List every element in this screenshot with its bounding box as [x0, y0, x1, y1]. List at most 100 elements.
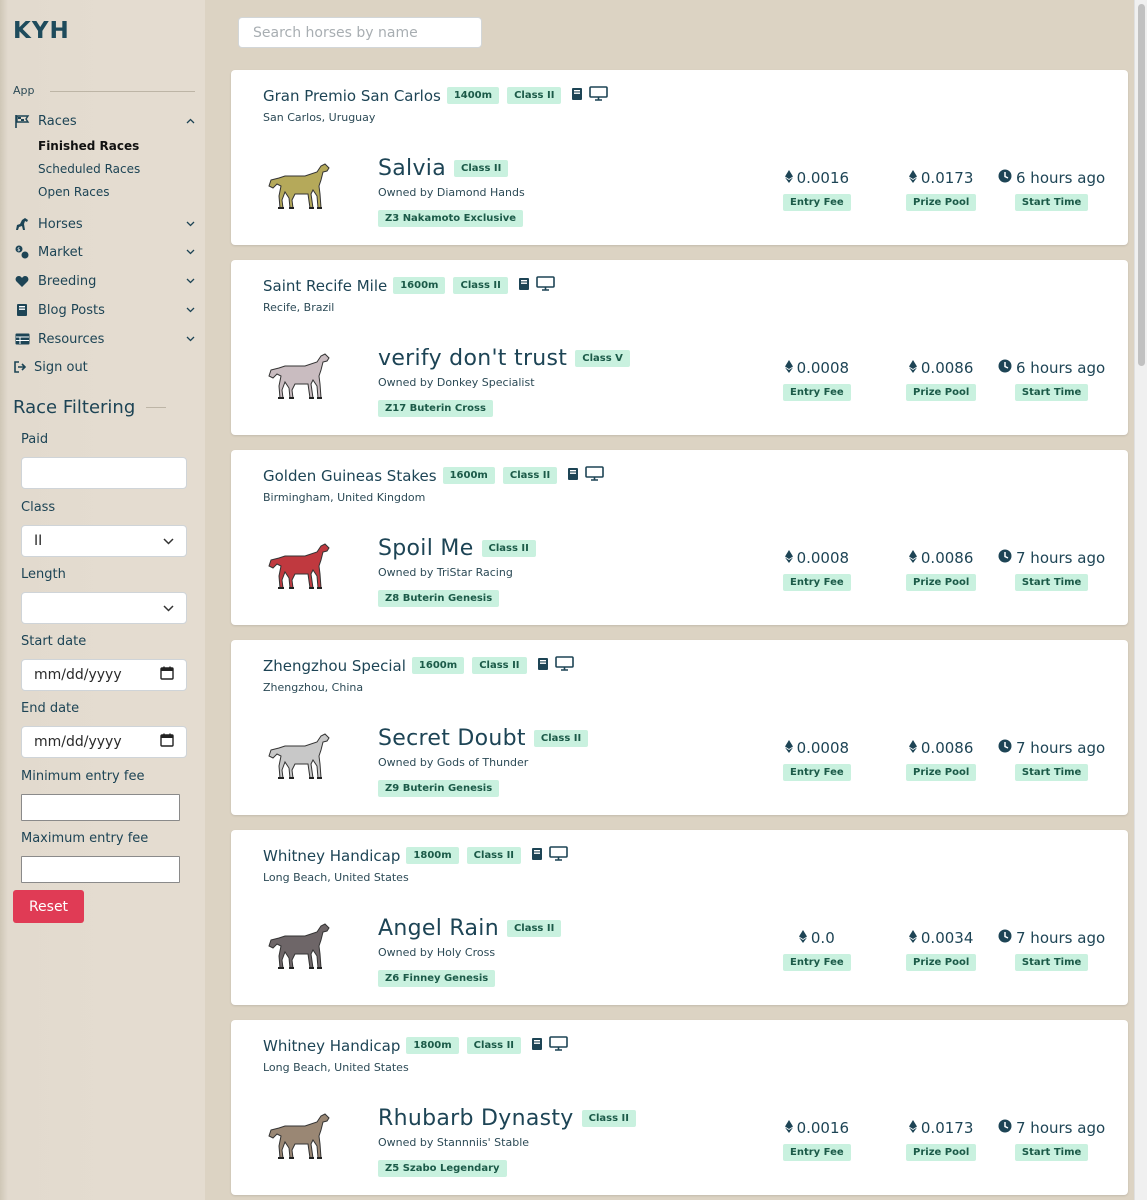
race-name[interactable]: Saint Recife Mile — [263, 277, 387, 295]
race-card[interactable]: Whitney Handicap 1800m Class II Long Bea… — [231, 1020, 1128, 1195]
book-icon[interactable] — [537, 656, 549, 675]
monitor-icon[interactable] — [554, 656, 574, 675]
length-label: Length — [21, 567, 66, 582]
calendar-icon[interactable] — [160, 666, 174, 684]
sidebar-item-breeding[interactable]: Breeding — [13, 271, 195, 291]
race-location: San Carlos, Uruguay — [263, 111, 376, 124]
race-header: Whitney Handicap 1800m Class II — [263, 1036, 568, 1055]
book-icon[interactable] — [531, 846, 543, 865]
race-header: Whitney Handicap 1800m Class II — [263, 846, 568, 865]
filter-title: Race Filtering — [13, 397, 136, 418]
race-name[interactable]: Gran Premio San Carlos — [263, 87, 441, 105]
entry-fee-value: 0.0016 — [796, 169, 850, 187]
book-icon[interactable] — [531, 1036, 543, 1055]
sidebar-subitem-open-races[interactable]: Open Races — [38, 185, 110, 199]
monitor-icon[interactable] — [585, 466, 605, 485]
race-length-badge: 1400m — [446, 87, 500, 104]
start-time-label: Start Time — [1014, 194, 1089, 211]
monitor-icon[interactable] — [589, 86, 609, 105]
sidebar-item-races[interactable]: Races — [13, 111, 195, 131]
scrollbar[interactable] — [1134, 0, 1147, 1200]
race-card[interactable]: Saint Recife Mile 1600m Class II Recife,… — [231, 260, 1128, 435]
race-length-badge: 1600m — [393, 277, 446, 294]
start-date-placeholder: mm/dd/yyyy — [34, 667, 122, 683]
class-select[interactable]: II — [21, 525, 187, 557]
race-header: Gran Premio San Carlos 1400m Class II — [263, 86, 609, 105]
length-select[interactable] — [21, 592, 187, 624]
horse-name[interactable]: Rhubarb Dynasty — [378, 1106, 574, 1131]
sidebar-item-market[interactable]: $ Market — [13, 242, 195, 262]
start-time-value: 6 hours ago — [1016, 359, 1106, 377]
horse-breed-badge: Z9 Buterin Genesis — [378, 780, 500, 797]
race-length-badge: 1600m — [411, 657, 465, 674]
min-entry-fee-input[interactable] — [21, 794, 180, 821]
monitor-icon[interactable] — [536, 276, 555, 295]
eth-icon — [798, 929, 807, 947]
entry-fee-stat: 0.0008 Entry Fee — [783, 739, 851, 781]
entry-fee-label: Entry Fee — [783, 194, 851, 211]
start-date-input[interactable]: mm/dd/yyyy — [21, 659, 187, 691]
race-name[interactable]: Zhengzhou Special — [263, 657, 406, 675]
horse-owner: Owned by Holy Cross — [378, 946, 496, 959]
book-icon[interactable] — [571, 86, 583, 105]
search-input[interactable]: Search horses by name — [238, 17, 482, 48]
chevron-up-icon — [185, 116, 195, 126]
monitor-icon[interactable] — [549, 846, 568, 865]
horse-image[interactable] — [265, 538, 333, 596]
eth-icon — [908, 549, 917, 567]
start-time-stat: 7 hours ago Start Time — [998, 929, 1105, 971]
horse-info: Secret Doubt Class II Owned by Gods of T… — [378, 726, 596, 797]
sidebar-item-resources[interactable]: Resources — [13, 329, 195, 349]
prize-pool-stat: 0.0086 Prize Pool — [906, 739, 977, 781]
horse-name[interactable]: Angel Rain — [378, 916, 499, 941]
start-time-stat: 6 hours ago Start Time — [998, 359, 1105, 401]
horse-class-badge: Class II — [453, 160, 509, 177]
horse-name[interactable]: Spoil Me — [378, 536, 474, 561]
horse-name[interactable]: Salvia — [378, 156, 446, 181]
paid-select[interactable] — [21, 457, 187, 489]
horse-image[interactable] — [265, 158, 333, 216]
calendar-icon[interactable] — [160, 733, 174, 751]
max-entry-fee-label: Maximum entry fee — [21, 831, 149, 846]
max-entry-fee-input[interactable] — [21, 856, 180, 883]
book-icon[interactable] — [567, 466, 579, 485]
sidebar-subitem-scheduled-races[interactable]: Scheduled Races — [38, 162, 140, 176]
race-name[interactable]: Whitney Handicap — [263, 847, 400, 865]
horse-image[interactable] — [265, 1108, 333, 1166]
horse-breed-badge: Z8 Buterin Genesis — [378, 590, 500, 607]
monitor-icon[interactable] — [549, 1036, 568, 1055]
horse-image[interactable] — [265, 348, 333, 406]
start-time-value: 7 hours ago — [1016, 739, 1106, 757]
horse-image[interactable] — [265, 728, 333, 786]
race-card[interactable]: Zhengzhou Special 1600m Class II Zhengzh… — [231, 640, 1128, 815]
entry-fee-stat: 0.0008 Entry Fee — [783, 359, 851, 401]
race-name[interactable]: Whitney Handicap — [263, 1037, 400, 1055]
end-date-input[interactable]: mm/dd/yyyy — [21, 726, 187, 758]
sidebar-item-sign-out[interactable]: Sign out — [13, 357, 195, 377]
horse-name[interactable]: verify don't trust — [378, 346, 567, 371]
scrollbar-thumb[interactable] — [1138, 4, 1145, 366]
sidebar-subitem-finished-races[interactable]: Finished Races — [38, 139, 139, 153]
clock-icon — [998, 739, 1012, 757]
horse-image[interactable] — [265, 918, 333, 976]
entry-fee-label: Entry Fee — [783, 1144, 851, 1161]
race-card[interactable]: Gran Premio San Carlos 1400m Class II Sa… — [231, 70, 1128, 245]
start-date-label: Start date — [21, 634, 87, 649]
race-length-badge: 1600m — [442, 467, 495, 484]
race-card[interactable]: Whitney Handicap 1800m Class II Long Bea… — [231, 830, 1128, 1005]
horse-owner: Owned by TriStar Racing — [378, 566, 513, 579]
horse-name[interactable]: Secret Doubt — [378, 726, 526, 751]
race-name[interactable]: Golden Guineas Stakes — [263, 467, 437, 485]
eth-icon — [908, 1119, 917, 1137]
sidebar-item-horses[interactable]: Horses — [13, 214, 195, 234]
entry-fee-value: 0.0008 — [796, 739, 850, 757]
book-icon[interactable] — [518, 276, 530, 295]
sidebar-item-blog-posts[interactable]: Blog Posts — [13, 300, 195, 320]
app-logo[interactable]: KYH — [13, 18, 70, 44]
end-date-label: End date — [21, 701, 80, 716]
chevron-down-icon — [185, 219, 195, 229]
eth-icon — [784, 739, 793, 757]
reset-button[interactable]: Reset — [13, 890, 84, 923]
race-card[interactable]: Golden Guineas Stakes 1600m Class II Bir… — [231, 450, 1128, 625]
chevron-down-icon — [163, 533, 174, 549]
